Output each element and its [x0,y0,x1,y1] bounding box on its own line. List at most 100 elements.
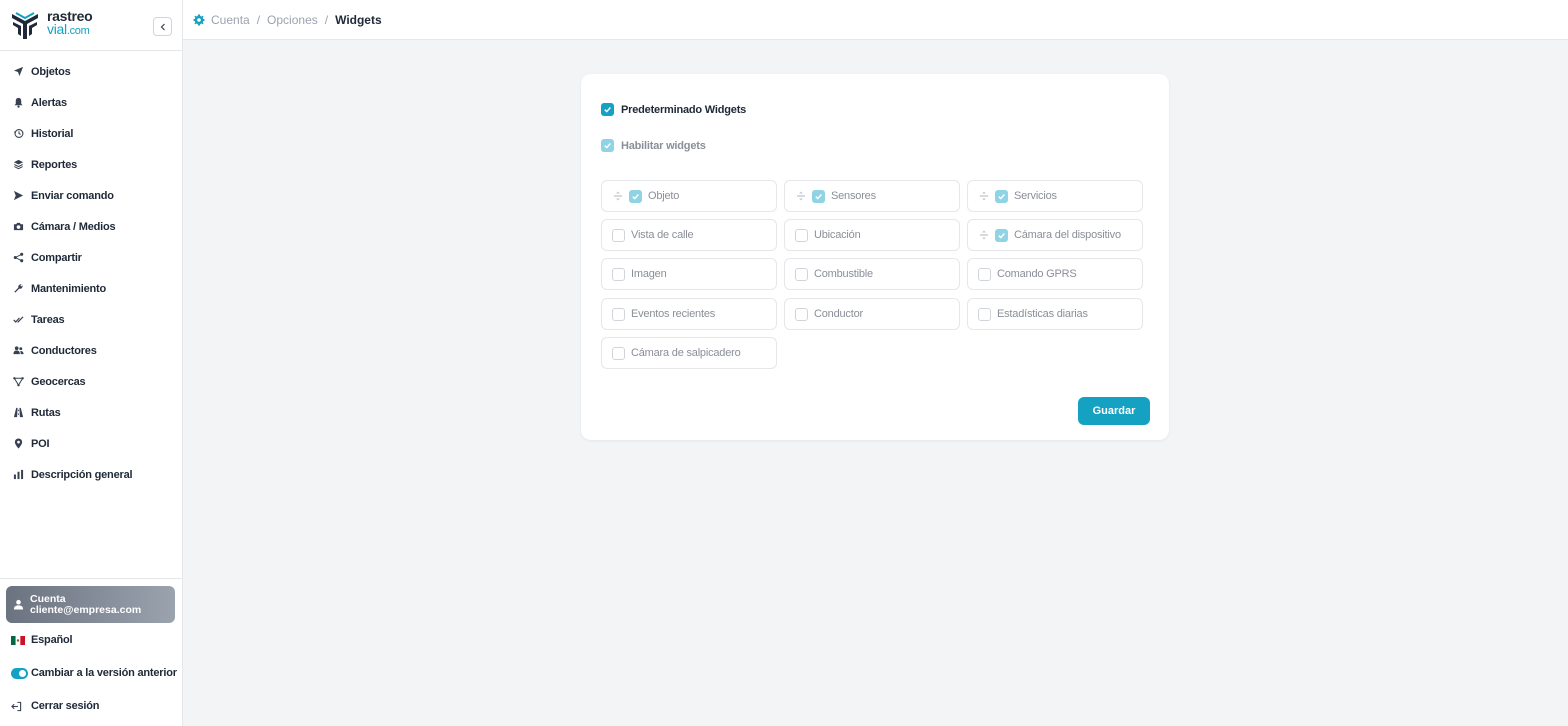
widget-checkbox[interactable] [612,346,625,360]
breadcrumb-cuenta[interactable]: Cuenta [211,13,250,27]
sidebar-item-camara-medios[interactable]: Cámara / Medios [0,211,182,242]
sidebar: rastreo vial.com Objetos Alertas Histori… [0,0,183,726]
bar-chart-icon [12,469,24,481]
widget-estadisticas-diarias[interactable]: Estadísticas diarias [967,298,1143,330]
sidebar-item-conductores[interactable]: Conductores [0,335,182,366]
enable-widgets-checkbox[interactable] [601,139,614,152]
account-button[interactable]: Cuenta cliente@empresa.com [6,586,175,623]
sidebar-item-label: Reportes [31,158,78,171]
widget-vista-de-calle[interactable]: Vista de calle [601,219,777,251]
legacy-version-toggle[interactable]: Cambiar a la versión anterior [0,662,182,684]
widget-checkbox[interactable] [612,307,625,321]
map-pin-icon [12,438,24,450]
legacy-version-label: Cambiar a la versión anterior [31,667,177,679]
check-icon [815,193,822,200]
sidebar-item-label: Tareas [31,313,65,326]
widget-label: Servicios [1014,190,1057,202]
breadcrumb: Cuenta / Opciones / Widgets [183,0,1568,40]
widget-checkbox[interactable] [978,267,991,281]
widget-camara-de-salpicadero[interactable]: Cámara de salpicadero [601,337,777,369]
drag-handle-icon[interactable] [978,230,989,241]
sidebar-item-label: Enviar comando [31,189,114,202]
default-widgets-checkbox[interactable] [601,103,614,116]
widget-checkbox[interactable] [795,228,808,242]
drag-handle-icon[interactable] [795,191,806,202]
sidebar-item-alertas[interactable]: Alertas [0,87,182,118]
sidebar-item-descripcion-general[interactable]: Descripción general [0,459,182,490]
breadcrumb-current: Widgets [335,12,382,27]
check-icon [632,193,639,200]
widget-sensores[interactable]: Sensores [784,180,960,212]
collapse-sidebar-button[interactable] [153,17,172,36]
language-selector[interactable]: Español [0,629,182,651]
sidebar-item-objetos[interactable]: Objetos [0,56,182,87]
widget-label: Comando GPRS [997,268,1077,280]
sidebar-bottom: Cuenta cliente@empresa.com Español Cambi… [0,578,182,712]
sidebar-item-label: Conductores [31,344,97,357]
widget-label: Estadísticas diarias [997,308,1088,320]
widget-ubicacion[interactable]: Ubicación [784,219,960,251]
widget-checkbox[interactable] [978,307,991,321]
widget-label: Ubicación [814,229,861,241]
share-icon [12,252,24,264]
widget-label: Sensores [831,190,876,202]
sidebar-item-tareas[interactable]: Tareas [0,304,182,335]
widget-checkbox[interactable] [612,267,625,281]
save-button[interactable]: Guardar [1078,397,1150,425]
sidebar-item-label: Compartir [31,251,82,264]
sidebar-item-enviar-comando[interactable]: Enviar comando [0,180,182,211]
widget-checkbox[interactable] [995,189,1008,203]
widget-label: Eventos recientes [631,308,716,320]
chevron-left-icon [160,23,165,30]
account-email: cliente@empresa.com [30,603,142,616]
widget-checkbox[interactable] [795,307,808,321]
widget-label: Cámara de salpicadero [631,347,741,359]
widget-checkbox[interactable] [629,189,642,203]
sidebar-item-label: Cámara / Medios [31,220,116,233]
default-widgets-label: Predeterminado Widgets [621,103,747,116]
sidebar-item-poi[interactable]: POI [0,428,182,459]
logout-button[interactable]: Cerrar sesión [0,695,182,717]
logout-label: Cerrar sesión [31,700,100,712]
logo-domain: .com [66,25,90,37]
widget-label: Conductor [814,308,863,320]
sidebar-item-label: Mantenimiento [31,282,107,295]
widget-conductor[interactable]: Conductor [784,298,960,330]
widget-label: Imagen [631,268,667,280]
language-label: Español [31,634,73,646]
drag-handle-icon[interactable] [612,191,623,202]
widget-camara-del-dispositivo[interactable]: Cámara del dispositivo [967,219,1143,251]
widget-checkbox[interactable] [812,189,825,203]
widget-objeto[interactable]: Objeto [601,180,777,212]
widget-comando-gprs[interactable]: Comando GPRS [967,258,1143,290]
widget-eventos-recientes[interactable]: Eventos recientes [601,298,777,330]
toggle-switch-icon[interactable] [11,667,28,679]
drag-handle-icon[interactable] [978,191,989,202]
sidebar-item-geocercas[interactable]: Geocercas [0,366,182,397]
sidebar-item-mantenimiento[interactable]: Mantenimiento [0,273,182,304]
widget-combustible[interactable]: Combustible [784,258,960,290]
user-icon [13,599,24,610]
sidebar-item-compartir[interactable]: Compartir [0,242,182,273]
layers-icon [12,159,24,171]
users-icon [12,345,24,357]
sidebar-item-rutas[interactable]: Rutas [0,397,182,428]
gear-icon [193,14,205,25]
sidebar-item-historial[interactable]: Historial [0,118,182,149]
history-icon [12,128,24,140]
widgets-card: Predeterminado Widgets Habilitar widgets… [581,74,1169,440]
widget-checkbox[interactable] [795,267,808,281]
double-check-icon [12,314,24,326]
enable-widgets-checkbox-row[interactable]: Habilitar widgets [601,139,706,152]
widget-checkbox[interactable] [995,228,1008,242]
breadcrumb-opciones[interactable]: Opciones [267,13,318,27]
widget-checkbox[interactable] [612,228,625,242]
sidebar-item-label: Geocercas [31,375,86,388]
route-icon [12,407,24,419]
sidebar-item-reportes[interactable]: Reportes [0,149,182,180]
widget-servicios[interactable]: Servicios [967,180,1143,212]
account-text: Cuenta cliente@empresa.com [30,593,142,616]
default-widgets-checkbox-row[interactable]: Predeterminado Widgets [601,103,746,116]
widget-imagen[interactable]: Imagen [601,258,777,290]
enable-widgets-label: Habilitar widgets [621,139,706,152]
